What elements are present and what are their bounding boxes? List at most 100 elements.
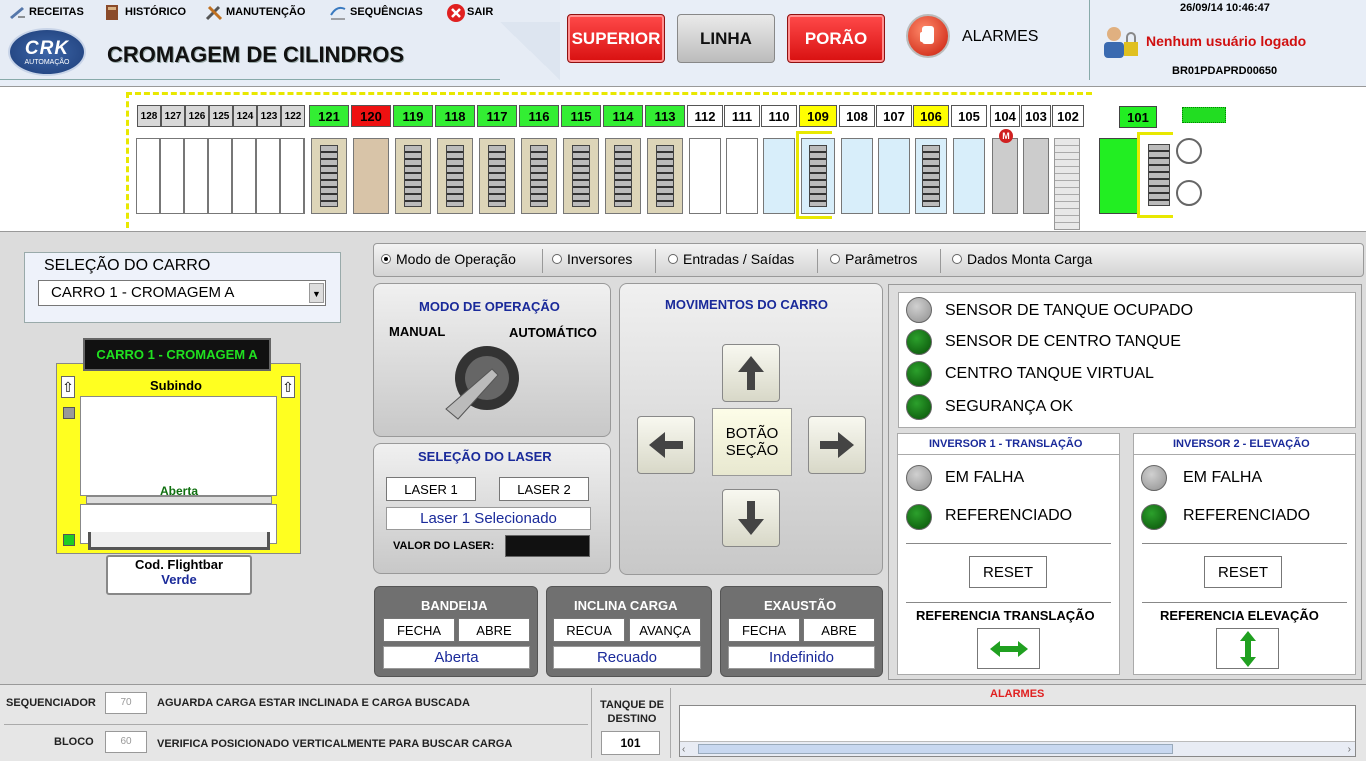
tank-box[interactable]	[992, 138, 1018, 214]
tank-box[interactable]	[563, 138, 599, 214]
tank-number-label[interactable]: 116	[519, 105, 559, 127]
tab-dados-monta-carga[interactable]: Dados Monta Carga	[952, 251, 1092, 267]
tank-box[interactable]	[311, 138, 347, 214]
tank-box[interactable]	[878, 138, 910, 214]
move-up-button[interactable]	[722, 344, 780, 402]
linha-button[interactable]: LINHA	[677, 14, 775, 63]
horizontal-arrows-icon	[989, 640, 1028, 657]
inclina-avanca-button[interactable]: AVANÇA	[629, 618, 701, 642]
alarms-label[interactable]: ALARMES	[962, 28, 1038, 46]
tank-101-label[interactable]: 101	[1119, 106, 1157, 128]
block-value: 60	[105, 731, 147, 753]
tank-number-label[interactable]: 111	[724, 105, 760, 127]
user-lock-icon[interactable]	[1102, 22, 1140, 60]
scroll-left-icon[interactable]: ‹	[682, 744, 685, 755]
tank-number-label[interactable]: 115	[561, 105, 601, 127]
book-icon	[104, 3, 122, 21]
laser1-button[interactable]: LASER 1	[386, 477, 476, 501]
tank-number-label[interactable]: 120	[351, 105, 391, 127]
roll-rack	[572, 145, 590, 207]
menu-manutencao[interactable]: MANUTENÇÃO	[205, 3, 305, 21]
exaustao-abre-button[interactable]: ABRE	[803, 618, 875, 642]
alarm-hand-icon[interactable]	[906, 14, 950, 58]
tank-number-label[interactable]: 105	[951, 105, 987, 127]
tank-box[interactable]	[437, 138, 473, 214]
tank-number-label[interactable]: 104	[990, 105, 1020, 127]
tank-number-label[interactable]: 102	[1052, 105, 1084, 127]
laser-value-display	[505, 535, 590, 557]
scrollbar-thumb[interactable]	[698, 744, 1173, 754]
tank-box[interactable]	[915, 138, 947, 214]
tank-box[interactable]	[953, 138, 985, 214]
mode-selector-knob[interactable]	[440, 345, 524, 430]
car-cabin	[80, 396, 277, 496]
tank-number-label[interactable]: 106	[913, 105, 949, 127]
tank-number-label[interactable]: 119	[393, 105, 433, 127]
alarms-scrollbar[interactable]: ‹ ›	[680, 741, 1355, 756]
divider	[897, 454, 1120, 455]
tank-number-label[interactable]: 109	[799, 105, 837, 127]
sensor-label: SENSOR DE TANQUE OCUPADO	[945, 302, 1194, 319]
menu-sequencias[interactable]: SEQUÊNCIAS	[329, 3, 423, 21]
destination-tank-label: TANQUE DE DESTINO	[600, 699, 664, 725]
tank-box[interactable]	[395, 138, 431, 214]
superior-button[interactable]: SUPERIOR	[567, 14, 665, 63]
tank-number-label[interactable]: 113	[645, 105, 685, 127]
porao-button[interactable]: PORÃO	[787, 14, 885, 63]
tank-box[interactable]	[479, 138, 515, 214]
tank-number-label[interactable]: 110	[761, 105, 797, 127]
tank-number-label[interactable]: 118	[435, 105, 475, 127]
menu-historico[interactable]: HISTÓRICO	[104, 3, 186, 21]
tab-inversores[interactable]: Inversores	[552, 251, 632, 267]
chevron-down-icon[interactable]: ▼	[309, 283, 324, 303]
tank-box[interactable]	[841, 138, 873, 214]
inverter1-reset-button[interactable]: RESET	[969, 556, 1047, 588]
bandeja-title: BANDEIJA	[421, 598, 488, 613]
tab-modo-operacao[interactable]: Modo de Operação	[381, 251, 516, 267]
move-left-button[interactable]	[637, 416, 695, 474]
tank-number-label[interactable]: 112	[687, 105, 723, 127]
motor-icon: M	[999, 129, 1013, 143]
inverter2-reference-button[interactable]	[1216, 628, 1279, 669]
tank-box[interactable]	[605, 138, 641, 214]
menu-sair[interactable]: SAIR	[446, 3, 493, 22]
bandeja-abre-button[interactable]: ABRE	[458, 618, 530, 642]
inverter1-ref-label: REFERENCIADO	[945, 507, 1073, 524]
car-select[interactable]: CARRO 1 - CROMAGEM A	[38, 280, 326, 306]
tank-number-label[interactable]: 108	[839, 105, 875, 127]
menu-receitas[interactable]: RECEITAS	[8, 3, 84, 21]
inverter2-reset-button[interactable]: RESET	[1204, 556, 1282, 588]
tab-parametros[interactable]: Parâmetros	[830, 251, 917, 267]
move-right-button[interactable]	[808, 416, 866, 474]
move-down-button[interactable]	[722, 489, 780, 547]
station-id: BR01PDAPRD00650	[1172, 65, 1278, 77]
exaustao-fecha-button[interactable]: FECHA	[728, 618, 800, 642]
inverter1-reference-button[interactable]	[977, 628, 1040, 669]
tab-separator	[940, 249, 941, 273]
laser2-button[interactable]: LASER 2	[499, 477, 589, 501]
bandeja-fecha-button[interactable]: FECHA	[383, 618, 455, 642]
section-button[interactable]: BOTÃO SEÇÃO	[712, 408, 792, 476]
inclina-recua-button[interactable]: RECUA	[553, 618, 625, 642]
tank-number-label[interactable]: 114	[603, 105, 643, 127]
tank-box[interactable]	[689, 138, 721, 214]
block-label: BLOCO	[54, 736, 94, 748]
tank-number-label[interactable]: 107	[876, 105, 912, 127]
tank-number-label[interactable]: 103	[1021, 105, 1051, 127]
tank-box[interactable]	[353, 138, 389, 214]
tank-number-label[interactable]: 121	[309, 105, 349, 127]
tank-box[interactable]	[726, 138, 758, 214]
sequencer-value: 70	[105, 692, 147, 714]
car-at-109[interactable]	[796, 131, 832, 219]
tank-number-label[interactable]: 117	[477, 105, 517, 127]
tank-box[interactable]	[521, 138, 557, 214]
tank-box[interactable]	[763, 138, 795, 214]
tank-box[interactable]	[647, 138, 683, 214]
sensor-label: SENSOR DE CENTRO TANQUE	[945, 333, 1181, 350]
tab-entradas-saidas[interactable]: Entradas / Saídas	[668, 251, 794, 267]
divider	[1142, 543, 1347, 544]
tank-box[interactable]	[1023, 138, 1049, 214]
scroll-right-icon[interactable]: ›	[1348, 744, 1351, 755]
movements-title: MOVIMENTOS DO CARRO	[665, 297, 828, 312]
divider	[906, 602, 1111, 603]
